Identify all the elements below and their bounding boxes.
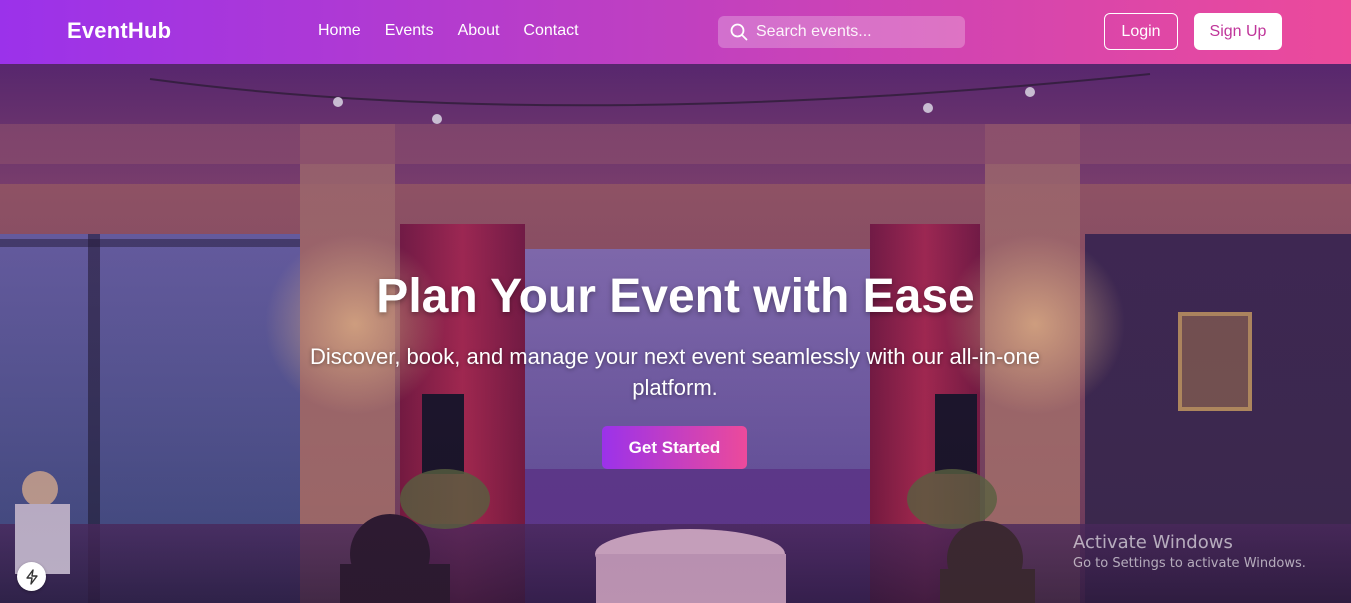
hero-title: Plan Your Event with Ease: [376, 270, 975, 323]
nav-link-events[interactable]: Events: [385, 22, 434, 40]
nav-link-home[interactable]: Home: [318, 22, 361, 40]
signup-button[interactable]: Sign Up: [1194, 13, 1282, 50]
hero-overlay: [0, 64, 1351, 603]
search-box: [718, 16, 965, 48]
lightning-bolt-icon: [25, 568, 38, 585]
nav-link-contact[interactable]: Contact: [523, 22, 578, 40]
activate-windows-title: Activate Windows: [1073, 532, 1233, 553]
search-input[interactable]: [756, 23, 946, 41]
nav-links: Home Events About Contact: [318, 22, 579, 40]
login-button[interactable]: Login: [1104, 13, 1178, 50]
hero-subtitle: Discover, book, and manage your next eve…: [309, 344, 1041, 400]
activate-windows-subtitle: Go to Settings to activate Windows.: [1073, 556, 1306, 571]
get-started-button[interactable]: Get Started: [602, 426, 747, 469]
search-icon: [730, 23, 748, 41]
navbar: EventHub Home Events About Contact Login…: [0, 0, 1351, 64]
lightning-bolt-button[interactable]: [17, 562, 46, 591]
hero-section: Plan Your Event with Ease Discover, book…: [0, 64, 1351, 603]
nav-link-about[interactable]: About: [458, 22, 500, 40]
brand-logo[interactable]: EventHub: [67, 18, 171, 44]
